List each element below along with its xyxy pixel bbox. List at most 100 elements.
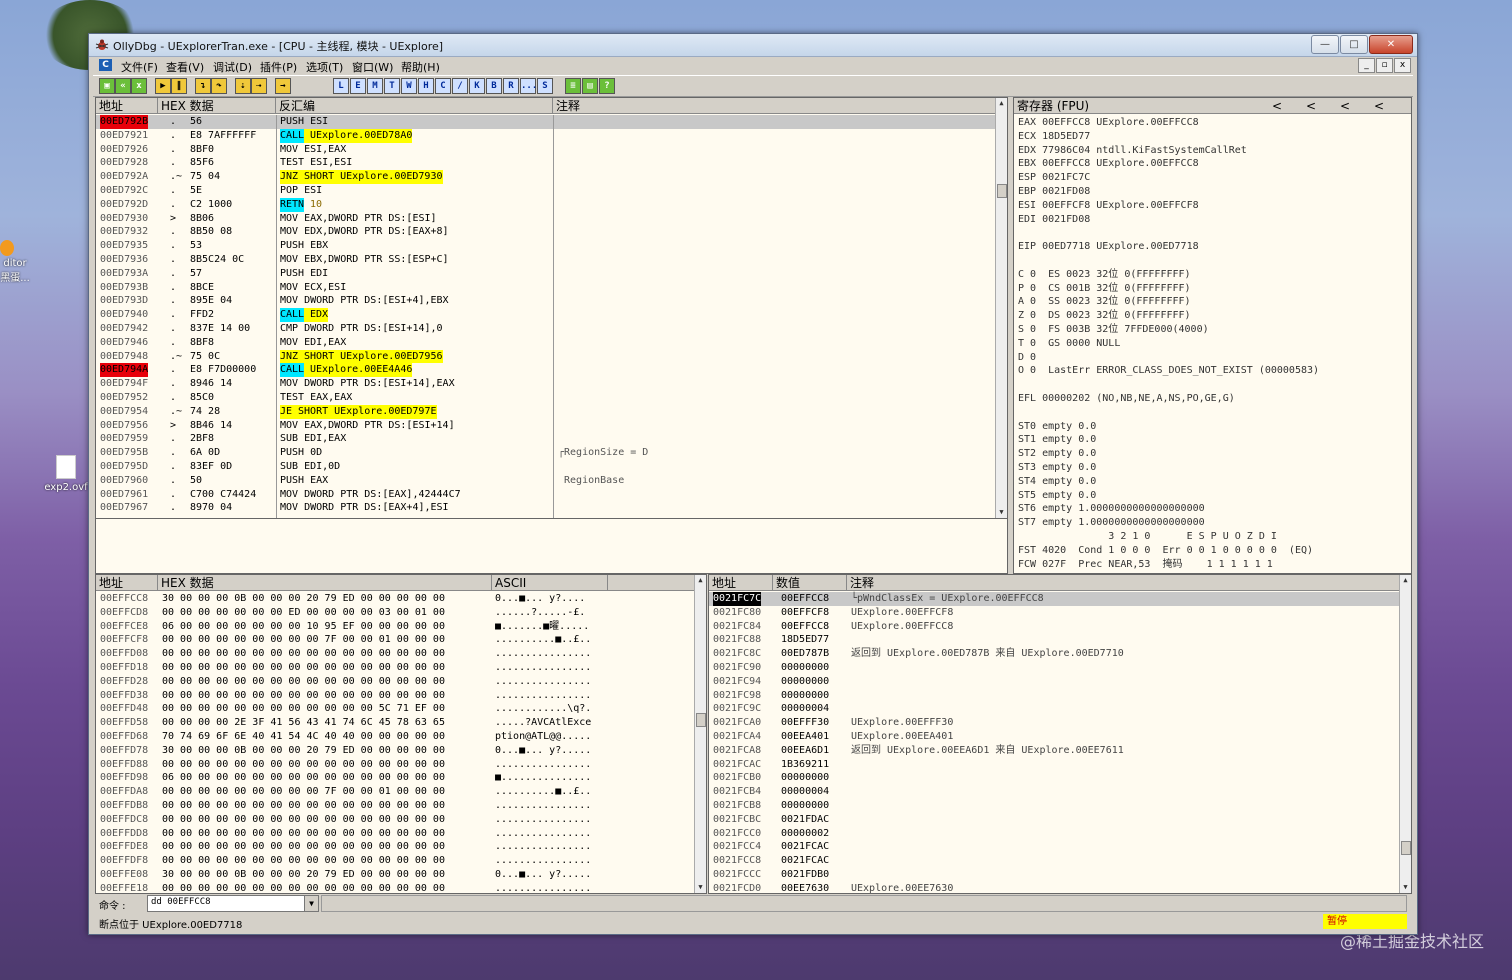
menu-view[interactable]: 查看(V) [166,59,204,75]
dump-row[interactable]: 00EFFD18 00 00 00 00 00 00 00 00 00 00 00… [96,661,696,675]
dump-row[interactable]: 00EFFDD8 00 00 00 00 00 00 00 00 00 00 00… [96,827,696,841]
stack-pane[interactable]: 地址 数值 注释 0021FC7C 00EFFCC8 └pWndClassEx = … [708,574,1412,894]
stack-row[interactable]: 0021FCA8 00EEA6D1 返回到 UExplore.00EEA6D1 来自… [709,744,1399,758]
disasm-row[interactable]: 00ED7960. 50 PUSH EAX RegionBase [96,474,996,488]
scroll-down-icon[interactable]: ▼ [1400,882,1411,893]
step-over-icon[interactable]: ↷ [211,78,227,94]
trace-into-icon[interactable]: ⇣ [235,78,251,94]
disasm-row[interactable]: 00ED7946. 8BF8 MOV EDI,EAX [96,336,996,350]
stack-row[interactable]: 0021FCCC 0021FDB0 [709,868,1399,882]
dump-row[interactable]: 00EFFDC8 00 00 00 00 00 00 00 00 00 00 00… [96,813,696,827]
dump-row[interactable]: 00EFFD58 00 00 00 00 2E 3F 41 56 43 41 74… [96,716,696,730]
title-bar[interactable]: OllyDbg - UExplorerTran.exe - [CPU - 主线程… [89,34,1417,57]
stack-row[interactable]: 0021FCBC 0021FDAC [709,813,1399,827]
scroll-thumb[interactable] [696,713,706,727]
scroll-up-icon[interactable]: ▲ [996,98,1007,109]
toolbar-button-slash[interactable]: / [452,78,468,94]
disasm-header-addr[interactable]: 地址 [96,98,158,114]
dump-row[interactable]: 00EFFD38 00 00 00 00 00 00 00 00 00 00 00… [96,689,696,703]
dump-row[interactable]: 00EFFD88 00 00 00 00 00 00 00 00 00 00 00… [96,758,696,772]
help-icon[interactable]: ? [599,78,615,94]
arrow-left-icon[interactable]: < [1374,98,1384,114]
dropdown-arrow-icon[interactable]: ▼ [304,896,318,911]
disasm-row[interactable]: 00ED795D. 83EF 0D SUB EDI,0D [96,460,996,474]
options-icon[interactable]: ▤ [582,78,598,94]
disasm-row[interactable]: 00ED7928. 85F6 TEST ESI,ESI [96,156,996,170]
toolbar-button-r[interactable]: R [503,78,519,94]
dump-row[interactable]: 00EFFD48 00 00 00 00 00 00 00 00 00 00 00… [96,702,696,716]
scroll-up-icon[interactable]: ▲ [695,575,706,586]
dump-row[interactable]: 00EFFCE8 06 00 00 00 00 00 00 00 10 95 EF… [96,620,696,634]
dump-row[interactable]: 00EFFD68 70 74 69 6F 6E 40 41 54 4C 40 40… [96,730,696,744]
dump-header-hex[interactable]: HEX 数据 [158,575,492,591]
toolbar-button-l[interactable]: L [333,78,349,94]
stack-row[interactable]: 0021FC80 00EFFCF8 UExplore.00EFFCF8 [709,606,1399,620]
toolbar-button-c[interactable]: C [435,78,451,94]
toolbar-button-e[interactable]: E [350,78,366,94]
disasm-row[interactable]: 00ED7959. 2BF8 SUB EDI,EAX [96,432,996,446]
stack-row[interactable]: 0021FCC8 0021FCAC [709,854,1399,868]
dump-row[interactable]: 00EFFE08 30 00 00 00 0B 00 00 00 20 79 ED… [96,868,696,882]
disasm-row[interactable]: 00ED7940. FFD2 CALL EDX [96,308,996,322]
toolbar-button-dots[interactable]: ... [520,78,537,94]
registers-pane[interactable]: 寄存器 (FPU) < < < < EAX 00EFFCC8 UExplore.… [1013,97,1412,574]
stack-row[interactable]: 0021FCAC 1B369211 [709,758,1399,772]
open-icon[interactable]: ▣ [99,78,115,94]
dump-row[interactable]: 00EFFDA8 00 00 00 00 00 00 00 00 00 7F 00… [96,785,696,799]
mdi-minimize-button[interactable]: _ [1358,58,1375,73]
stack-scrollbar[interactable]: ▲ ▼ [1399,575,1411,893]
disassembly-pane[interactable]: 地址 HEX 数据 反汇编 注释 00ED792B. 56 PUSH ESI 00ED… [95,97,1008,519]
dump-header-addr[interactable]: 地址 [96,575,158,591]
stack-row[interactable]: 0021FCC0 00000002 [709,827,1399,841]
cpu-window-icon[interactable]: C [99,59,112,71]
disasm-row[interactable]: 00ED7936. 8B5C24 0C MOV EBX,DWORD PTR SS:[… [96,253,996,267]
stack-row[interactable]: 0021FC90 00000000 [709,661,1399,675]
menu-window[interactable]: 窗口(W) [352,59,393,75]
disasm-row[interactable]: 00ED7921. E8 7AFFFFFF CALL UExplore.00ED78… [96,128,996,143]
toolbar-button-h[interactable]: H [418,78,434,94]
toolbar-button-b[interactable]: B [486,78,502,94]
disasm-row[interactable]: 00ED793B. 8BCE MOV ECX,ESI [96,281,996,295]
dump-row[interactable]: 00EFFD98 06 00 00 00 00 00 00 00 00 00 00… [96,771,696,785]
dump-row[interactable]: 00EFFDE8 00 00 00 00 00 00 00 00 00 00 00… [96,840,696,854]
arrow-left-icon[interactable]: < [1340,98,1350,114]
pause-icon[interactable]: ∥ [171,78,187,94]
disasm-row[interactable]: 00ED792C. 5E POP ESI [96,184,996,198]
dump-row[interactable]: 00EFFD28 00 00 00 00 00 00 00 00 00 00 00… [96,675,696,689]
stack-row[interactable]: 0021FC94 00000000 [709,675,1399,689]
stack-row[interactable]: 0021FCA0 00EFFF30 UExplore.00EFFF30 [709,716,1399,730]
menu-help[interactable]: 帮助(H) [401,59,440,75]
stack-row[interactable]: 0021FC7C 00EFFCC8 └pWndClassEx = UExplore.… [709,592,1399,606]
stack-header-addr[interactable]: 地址 [709,575,773,591]
disasm-row[interactable]: 00ED794F. 8946 14 MOV DWORD PTR DS:[ESI+14… [96,377,996,391]
maximize-button[interactable]: □ [1340,35,1368,54]
menu-file[interactable]: 文件(F) [121,59,158,75]
disasm-row[interactable]: 00ED7952. 85C0 TEST EAX,EAX [96,391,996,405]
arrow-left-icon[interactable]: < [1306,98,1316,114]
stack-row[interactable]: 0021FC88 18D5ED77 [709,633,1399,647]
menu-plugins[interactable]: 插件(P) [260,59,297,75]
scroll-thumb[interactable] [1401,841,1411,855]
stack-row[interactable]: 0021FC9C 00000004 [709,702,1399,716]
mdi-restore-button[interactable]: ▫ [1376,58,1393,73]
disasm-header-asm[interactable]: 反汇编 [276,98,553,114]
run-icon[interactable]: ▶ [155,78,171,94]
scroll-thumb[interactable] [997,184,1007,198]
stack-row[interactable]: 0021FCB0 00000000 [709,771,1399,785]
close-button[interactable]: ✕ [1369,35,1413,54]
disasm-row[interactable]: 00ED792A .~ 75 04 JNZ SHORT UExplore.00ED79… [96,170,996,184]
disasm-row[interactable]: 00ED7935. 53 PUSH EBX [96,239,996,253]
close-program-icon[interactable]: x [131,78,147,94]
disasm-row[interactable]: 00ED793A. 57 PUSH EDI [96,267,996,281]
stack-row[interactable]: 0021FCB4 00000004 [709,785,1399,799]
toolbar-button-m[interactable]: M [367,78,383,94]
step-into-icon[interactable]: ↴ [195,78,211,94]
dump-row[interactable]: 00EFFD78 30 00 00 00 0B 00 00 00 20 79 ED… [96,744,696,758]
disasm-row[interactable]: 00ED7961. C700 C74424 MOV DWORD PTR DS:[EA… [96,488,996,502]
dump-header-ascii[interactable]: ASCII [492,575,608,591]
stack-header-comment[interactable]: 注释 [847,575,1400,591]
stack-row[interactable]: 0021FCD0 00EE7630 UExplore.00EE7630 [709,882,1399,893]
command-input[interactable]: dd 00EFFCC8 ▼ [147,895,319,912]
disasm-row[interactable]: 00ED792D. C2 1000 RETN 10 [96,197,996,212]
execute-till-return-icon[interactable]: → [275,78,291,94]
